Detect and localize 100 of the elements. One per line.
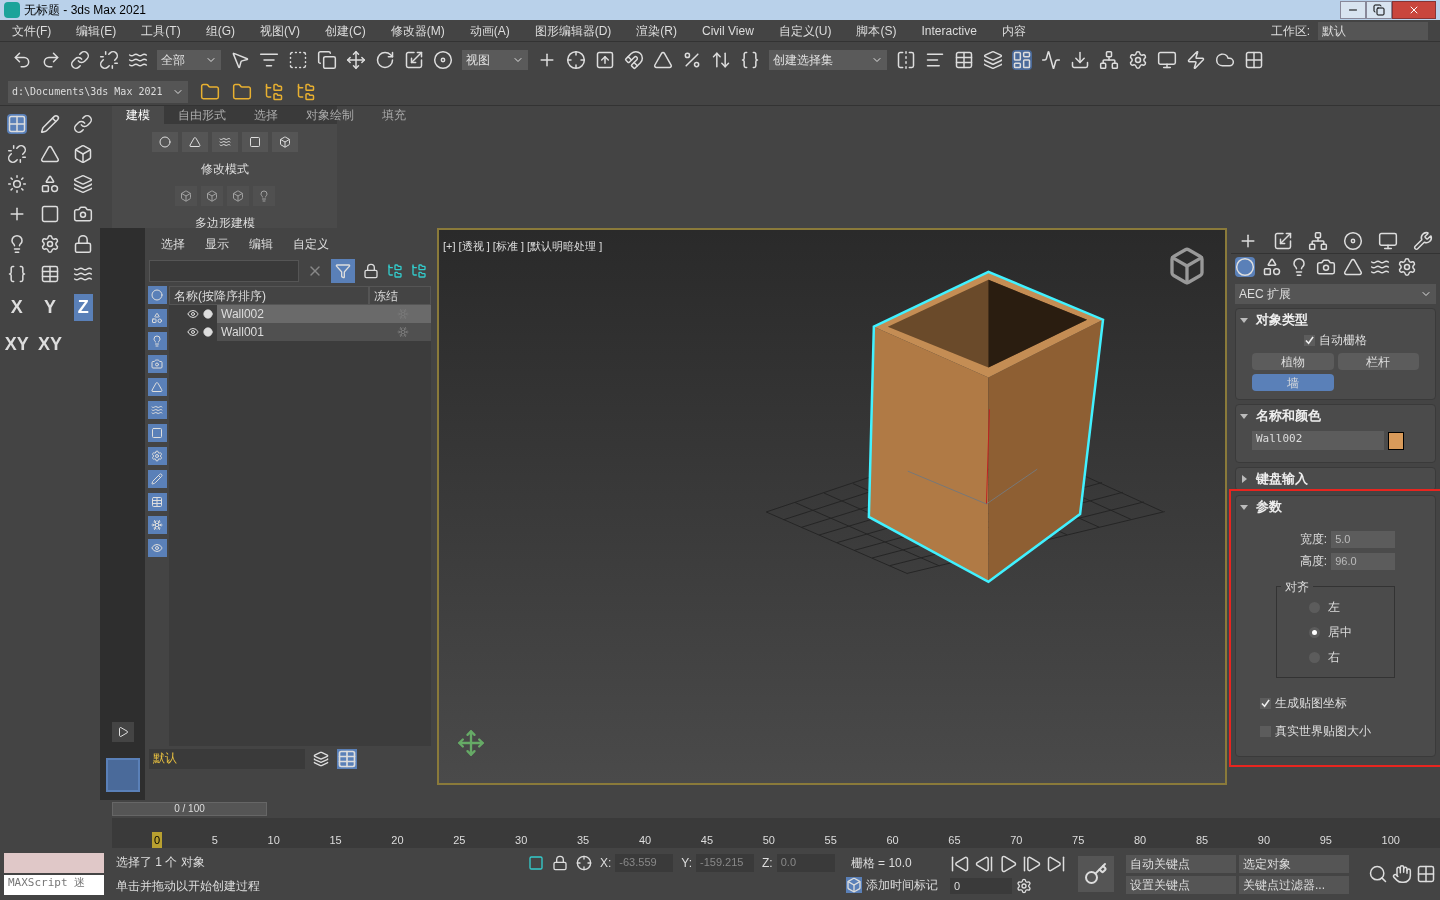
layer-dropdown[interactable]: 默认 (149, 749, 305, 769)
ribbon-tab[interactable]: 选择 (240, 106, 292, 124)
filter-toggle[interactable] (147, 424, 167, 442)
shapes-icon[interactable] (1262, 257, 1282, 277)
playback-icon[interactable] (1046, 854, 1066, 874)
filter-toggle[interactable] (147, 470, 167, 488)
gear-icon[interactable] (1128, 50, 1148, 70)
mode-button[interactable] (226, 186, 249, 206)
color-swatch[interactable] (1388, 431, 1404, 450)
menu-item[interactable]: Civil View (702, 21, 754, 40)
name-field[interactable]: Wall002 (1252, 431, 1384, 450)
collapse-icon[interactable] (1240, 412, 1248, 420)
object-type-button[interactable]: 植物 (1252, 353, 1334, 370)
auto-key-button[interactable]: 自动关键点 (1126, 854, 1236, 873)
filter-toggle[interactable] (147, 401, 167, 419)
key-mode-dropdown[interactable]: 选定对象 (1239, 854, 1349, 873)
filter-toggle[interactable] (147, 516, 167, 534)
maxscript-field[interactable]: MAXScript 迷 (4, 875, 104, 895)
crosshair-icon[interactable] (566, 50, 586, 70)
tool-icon[interactable] (6, 144, 27, 164)
column-header[interactable]: 名称(按降序排序) (169, 286, 369, 305)
tool-icon[interactable] (73, 234, 94, 254)
playback-icon[interactable] (974, 854, 994, 874)
axis-button[interactable]: Y (40, 294, 60, 321)
wrench-icon[interactable] (1412, 230, 1433, 251)
waves-icon[interactable] (1370, 257, 1390, 277)
tool-icon[interactable] (73, 114, 94, 134)
menu-item[interactable]: 渲染(R) (636, 21, 677, 40)
monitor-icon[interactable] (1377, 230, 1398, 251)
menu-item[interactable]: 自定义(U) (778, 21, 832, 40)
ribbon-tab[interactable]: 建模 (112, 106, 164, 124)
tool-icon[interactable] (73, 174, 94, 194)
menu-item[interactable]: 修改器(M) (390, 21, 445, 40)
eye-icon[interactable] (187, 308, 199, 320)
playback-icon[interactable] (950, 854, 970, 874)
undo-icon[interactable] (12, 50, 32, 70)
menu-item[interactable]: 图形编辑器(D) (534, 21, 612, 40)
viewport-label[interactable]: [+] [透视 ] [标准 ] [默认明暗处理 ] (443, 238, 603, 255)
magnet-icon[interactable] (624, 50, 644, 70)
playback-icon[interactable] (1022, 854, 1042, 874)
menu-item[interactable]: 动画(A) (469, 21, 510, 40)
workspace-dropdown[interactable]: 默认 (1318, 21, 1428, 40)
folder-icon[interactable] (296, 81, 316, 102)
axis-button[interactable]: Z (73, 294, 93, 321)
explorer-menu-item[interactable]: 自定义 (293, 235, 329, 253)
menu-item[interactable]: 文件(F) (12, 21, 52, 40)
layers-icon[interactable] (983, 50, 1003, 70)
link-icon[interactable] (70, 50, 90, 70)
gears-icon[interactable] (1397, 257, 1417, 277)
checkbox[interactable] (1260, 697, 1271, 709)
menu-item[interactable]: 视图(V) (260, 21, 300, 40)
search-field[interactable] (149, 260, 299, 282)
render-dot-icon[interactable] (203, 309, 213, 319)
filter-toggle[interactable] (147, 286, 167, 304)
tool-icon[interactable] (40, 114, 60, 134)
scale-icon[interactable] (404, 50, 424, 70)
tool-icon[interactable] (73, 144, 94, 164)
project-path-dropdown[interactable]: d:\Documents\3ds Max 2021 (8, 80, 188, 103)
table-icon[interactable] (954, 50, 974, 70)
mirror-icon[interactable] (896, 50, 916, 70)
rotate-icon[interactable] (375, 50, 395, 70)
lock-icon[interactable] (552, 855, 568, 871)
frame-field[interactable]: 0 (950, 878, 1012, 894)
reference-coordinate-dropdown[interactable]: 视图 (462, 50, 528, 70)
tool-icon[interactable] (73, 264, 94, 284)
ribbon-tab[interactable]: 对象绘制 (292, 106, 368, 124)
menu-item[interactable]: 脚本(S) (856, 21, 897, 40)
grid-icon[interactable] (1244, 50, 1264, 70)
view-cube-icon[interactable] (1167, 246, 1207, 286)
filter-toggle[interactable] (147, 447, 167, 465)
filter-toggle[interactable] (147, 355, 167, 373)
viewport[interactable]: [+] [透视 ] [标准 ] [默认明暗处理 ] (437, 228, 1227, 785)
menu-item[interactable]: 内容 (1001, 21, 1026, 40)
collapse-icon[interactable] (1240, 316, 1248, 324)
unlink-icon[interactable] (99, 50, 119, 70)
spinner-field[interactable]: 5.0 (1331, 530, 1396, 548)
filter-toggle[interactable] (147, 378, 167, 396)
axis-button[interactable]: X (6, 294, 27, 321)
checkbox[interactable] (1304, 334, 1315, 346)
redo-icon[interactable] (41, 50, 61, 70)
category-dropdown[interactable]: AEC 扩展 (1235, 284, 1436, 304)
selection-filter-dropdown[interactable]: 全部 (157, 50, 221, 70)
axis-button[interactable]: XY (34, 331, 66, 358)
mode-button[interactable] (200, 186, 223, 206)
mode-button[interactable] (181, 132, 208, 152)
mode-button[interactable] (211, 132, 238, 152)
eye-icon[interactable] (187, 326, 199, 338)
cloud-icon[interactable] (1215, 50, 1235, 70)
tool-icon[interactable] (40, 144, 60, 164)
filter-toggle[interactable] (147, 539, 167, 557)
network-icon[interactable] (1099, 50, 1119, 70)
tool-icon[interactable] (40, 204, 60, 224)
crosshair-icon[interactable] (576, 855, 592, 871)
dashed-square-icon[interactable] (288, 50, 308, 70)
viewport-thumbnail[interactable] (105, 758, 140, 792)
explorer-menu-item[interactable]: 显示 (205, 235, 229, 253)
filter-toggle[interactable] (147, 332, 167, 350)
scene-row[interactable]: Wall001 (169, 323, 431, 341)
pan-icon[interactable] (1392, 864, 1412, 884)
tool-icon[interactable] (6, 174, 27, 194)
